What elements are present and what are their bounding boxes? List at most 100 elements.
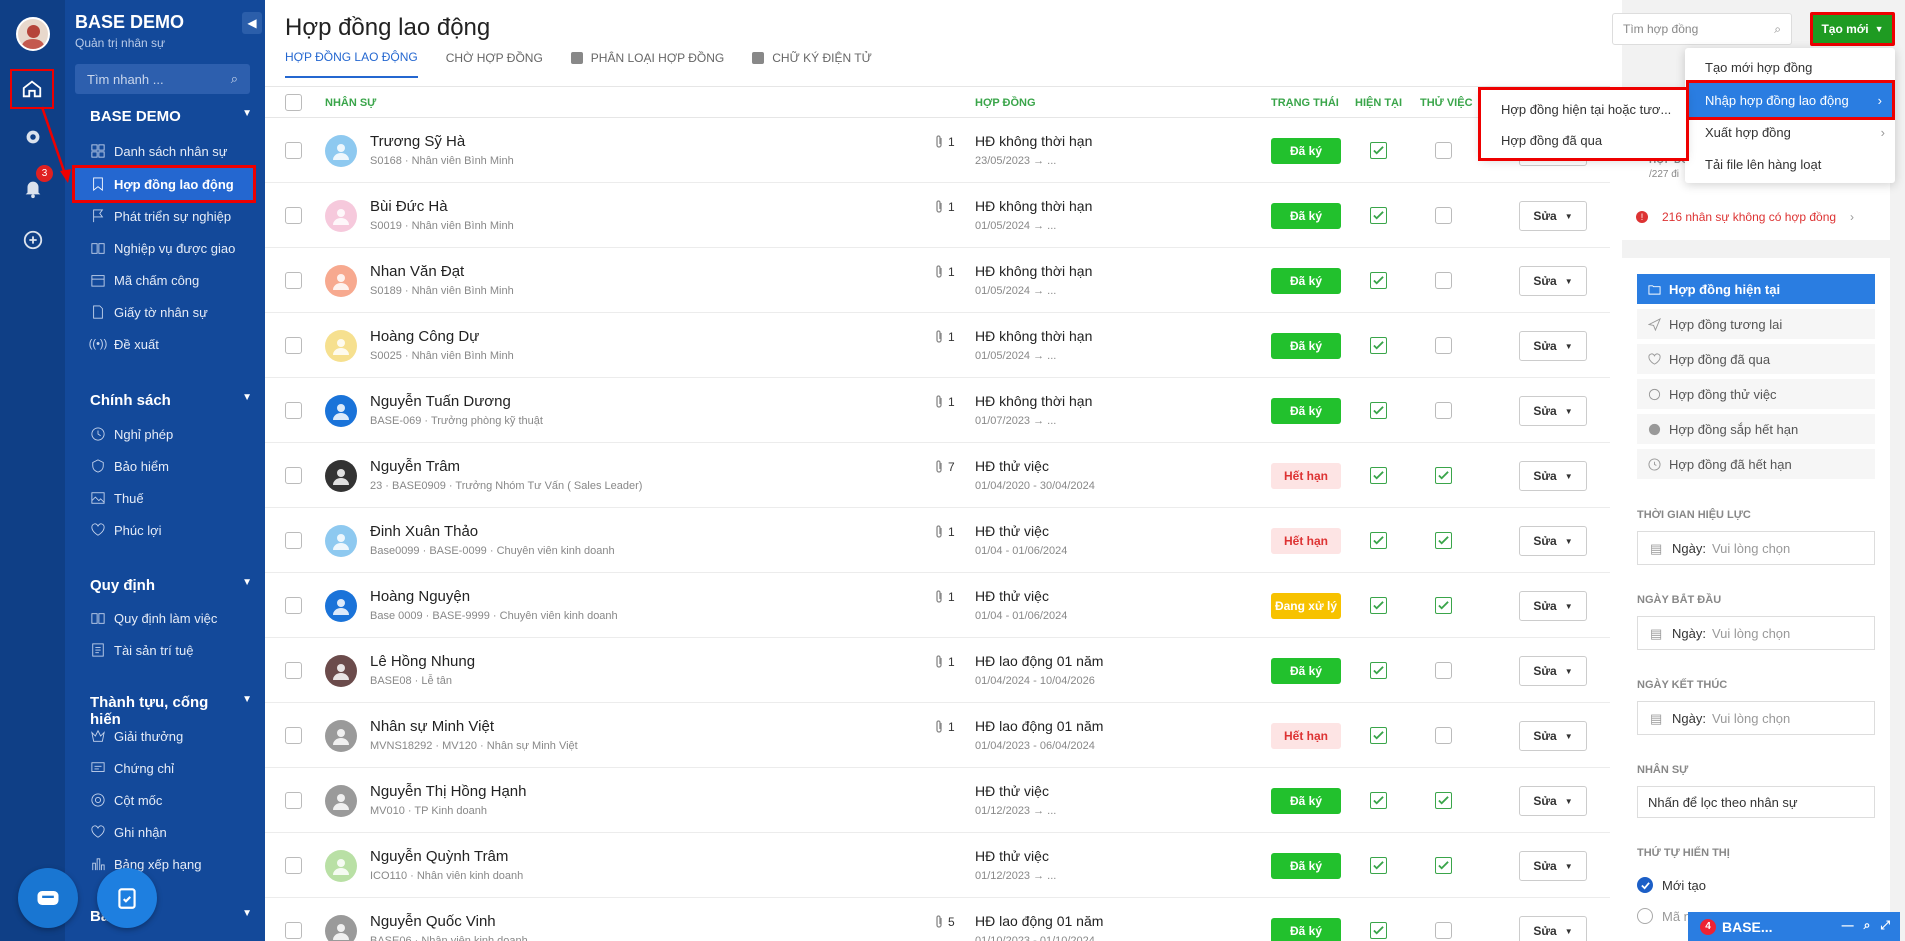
contract-type[interactable]: HĐ không thời hạn <box>975 133 1092 149</box>
contract-type[interactable]: HĐ không thời hạn <box>975 198 1092 214</box>
staff-name[interactable]: Nguyễn Thị Hồng Hạnh <box>370 783 527 800</box>
table-row[interactable]: Đinh Xuân Thảo Base0099 · BASE-0099 · Chu… <box>265 508 1610 573</box>
sidebar-item-documents[interactable]: Giấy tờ nhân sự <box>90 298 264 326</box>
contract-type[interactable]: HĐ lao động 01 năm <box>975 718 1103 734</box>
row-checkbox[interactable] <box>285 467 302 484</box>
minimize-icon[interactable]: — <box>1842 918 1854 933</box>
no-contract-warning[interactable]: ! 216 nhân sự không có hợp đồng › <box>1636 210 1854 224</box>
trial-checkbox[interactable] <box>1435 727 1452 744</box>
edit-button[interactable]: Sửa ▼ <box>1519 786 1587 816</box>
row-checkbox[interactable] <box>285 272 302 289</box>
current-checkbox[interactable] <box>1370 727 1387 744</box>
current-checkbox[interactable] <box>1370 532 1387 549</box>
row-checkbox[interactable] <box>285 857 302 874</box>
edit-button[interactable]: Sửa ▼ <box>1519 201 1587 231</box>
filter-expiring[interactable]: Hợp đồng sắp hết hạn <box>1637 414 1875 444</box>
staff-name[interactable]: Nguyễn Quỳnh Trâm <box>370 848 508 865</box>
section-policy[interactable]: Chính sách ▼ <box>90 392 252 409</box>
contract-type[interactable]: HĐ thử việc <box>975 848 1049 864</box>
tab-contract-types[interactable]: PHÂN LOẠI HỢP ĐỒNG <box>570 50 724 78</box>
table-row[interactable]: Nguyễn Thị Hồng Hạnh MV010 · TP Kinh doan… <box>265 768 1610 833</box>
edit-button[interactable]: Sửa ▼ <box>1519 916 1587 941</box>
attachment-count[interactable]: 5 <box>933 915 955 929</box>
row-checkbox[interactable] <box>285 662 302 679</box>
filter-expired[interactable]: Hợp đồng đã hết hạn <box>1637 449 1875 479</box>
contract-type[interactable]: HĐ không thời hạn <box>975 328 1092 344</box>
edit-button[interactable]: Sửa ▼ <box>1519 721 1587 751</box>
filter-future[interactable]: Hợp đồng tương lai <box>1637 309 1875 339</box>
table-row[interactable]: Nguyễn Trâm 23 · BASE0909 · Trưởng Nhóm T… <box>265 443 1610 508</box>
row-checkbox[interactable] <box>285 402 302 419</box>
edit-button[interactable]: Sửa ▼ <box>1519 461 1587 491</box>
section-regulation[interactable]: Quy định ▼ <box>90 577 252 594</box>
edit-button[interactable]: Sửa ▼ <box>1519 656 1587 686</box>
current-checkbox[interactable] <box>1370 792 1387 809</box>
contract-search-input[interactable]: Tìm hợp đồng ⌕ <box>1612 13 1792 45</box>
trial-checkbox[interactable] <box>1435 532 1452 549</box>
effective-date-picker[interactable]: ▤ Ngày: Vui lòng chọn <box>1637 531 1875 565</box>
tab-e-signature[interactable]: CHỮ KÝ ĐIỆN TỬ <box>752 50 872 78</box>
current-checkbox[interactable] <box>1370 272 1387 289</box>
order-code-radio[interactable] <box>1637 908 1653 924</box>
row-checkbox[interactable] <box>285 142 302 159</box>
gear-icon[interactable] <box>18 122 48 152</box>
sidebar-item-insurance[interactable]: Bảo hiểm <box>90 452 264 480</box>
task-button[interactable] <box>97 868 157 928</box>
sidebar-item-timecode[interactable]: Mã chấm công <box>90 266 264 294</box>
tab-waiting-contract[interactable]: CHỜ HỢP ĐỒNG <box>446 50 543 78</box>
attachment-count[interactable]: 7 <box>933 460 955 474</box>
row-checkbox[interactable] <box>285 597 302 614</box>
chat-button[interactable] <box>18 868 78 928</box>
sidebar-item-work-rules[interactable]: Quy định làm việc <box>90 604 264 632</box>
attachment-count[interactable]: 1 <box>933 655 955 669</box>
table-row[interactable]: Hoàng Công Dự S0025 · Nhân viên Bình Minh… <box>265 313 1610 378</box>
expand-icon[interactable]: ⤢ <box>1880 918 1890 933</box>
submenu-past-contract[interactable]: Hợp đồng đã qua <box>1501 125 1602 155</box>
staff-filter-input[interactable]: Nhấn để lọc theo nhân sự <box>1637 786 1875 818</box>
sidebar-item-leave[interactable]: Nghỉ phép <box>90 420 264 448</box>
sidebar-item-ip[interactable]: Tài sản trí tuệ <box>90 636 264 664</box>
current-checkbox[interactable] <box>1370 857 1387 874</box>
current-checkbox[interactable] <box>1370 207 1387 224</box>
sidebar-item-tax[interactable]: Thuế <box>90 484 264 512</box>
trial-checkbox[interactable] <box>1435 662 1452 679</box>
staff-name[interactable]: Đinh Xuân Thảo <box>370 523 478 540</box>
trial-checkbox[interactable] <box>1435 597 1452 614</box>
table-row[interactable]: Hoàng Nguyện Base 0009 · BASE-9999 · Chuy… <box>265 573 1610 638</box>
contract-type[interactable]: HĐ lao động 01 năm <box>975 653 1103 669</box>
add-icon[interactable] <box>18 225 48 255</box>
row-checkbox[interactable] <box>285 727 302 744</box>
sidebar-item-milestones[interactable]: Cột mốc <box>90 786 264 814</box>
section-base-demo[interactable]: BASE DEMO ▼ <box>90 108 252 125</box>
sidebar-item-staff-list[interactable]: Danh sách nhân sự <box>90 137 264 165</box>
quick-search-input[interactable]: Tìm nhanh ... ⌕ <box>75 64 250 94</box>
user-avatar[interactable] <box>16 17 50 51</box>
row-checkbox[interactable] <box>285 922 302 939</box>
attachment-count[interactable]: 1 <box>933 395 955 409</box>
sidebar-item-certificates[interactable]: Chứng chỉ <box>90 754 264 782</box>
contract-type[interactable]: HĐ không thời hạn <box>975 393 1092 409</box>
table-row[interactable]: Nhân sự Minh Việt MVNS18292 · MV120 · Nhâ… <box>265 703 1610 768</box>
contract-type[interactable]: HĐ không thời hạn <box>975 263 1092 279</box>
contract-type[interactable]: HĐ thử việc <box>975 523 1049 539</box>
trial-checkbox[interactable] <box>1435 142 1452 159</box>
submenu-current-contract[interactable]: Hợp đồng hiện tại hoặc tươ... <box>1501 94 1671 124</box>
table-row[interactable]: Bùi Đức Hà S0019 · Nhân viên Bình Minh 1 HĐ… <box>265 183 1610 248</box>
staff-name[interactable]: Bùi Đức Hà <box>370 198 448 215</box>
menu-create-contract[interactable]: Tạo mới hợp đồng <box>1705 52 1885 82</box>
staff-name[interactable]: Nguyễn Tuấn Dương <box>370 393 511 410</box>
chat-bar[interactable]: 4 BASE... — ⌕ ⤢ <box>1688 912 1900 941</box>
current-checkbox[interactable] <box>1370 467 1387 484</box>
table-row[interactable]: Nguyễn Quốc Vinh BASE06 · Nhân viên kinh … <box>265 898 1610 941</box>
sidebar-item-awards[interactable]: Giải thưởng <box>90 722 264 750</box>
staff-name[interactable]: Hoàng Nguyện <box>370 588 470 605</box>
staff-name[interactable]: Hoàng Công Dự <box>370 328 479 345</box>
attachment-count[interactable]: 1 <box>933 720 955 734</box>
start-date-picker[interactable]: ▤ Ngày: Vui lòng chọn <box>1637 616 1875 650</box>
select-all-checkbox[interactable] <box>285 94 302 111</box>
current-checkbox[interactable] <box>1370 662 1387 679</box>
edit-button[interactable]: Sửa ▼ <box>1519 266 1587 296</box>
filter-trial[interactable]: Hợp đồng thử việc <box>1637 379 1875 409</box>
current-checkbox[interactable] <box>1370 337 1387 354</box>
attachment-count[interactable]: 1 <box>933 135 955 149</box>
